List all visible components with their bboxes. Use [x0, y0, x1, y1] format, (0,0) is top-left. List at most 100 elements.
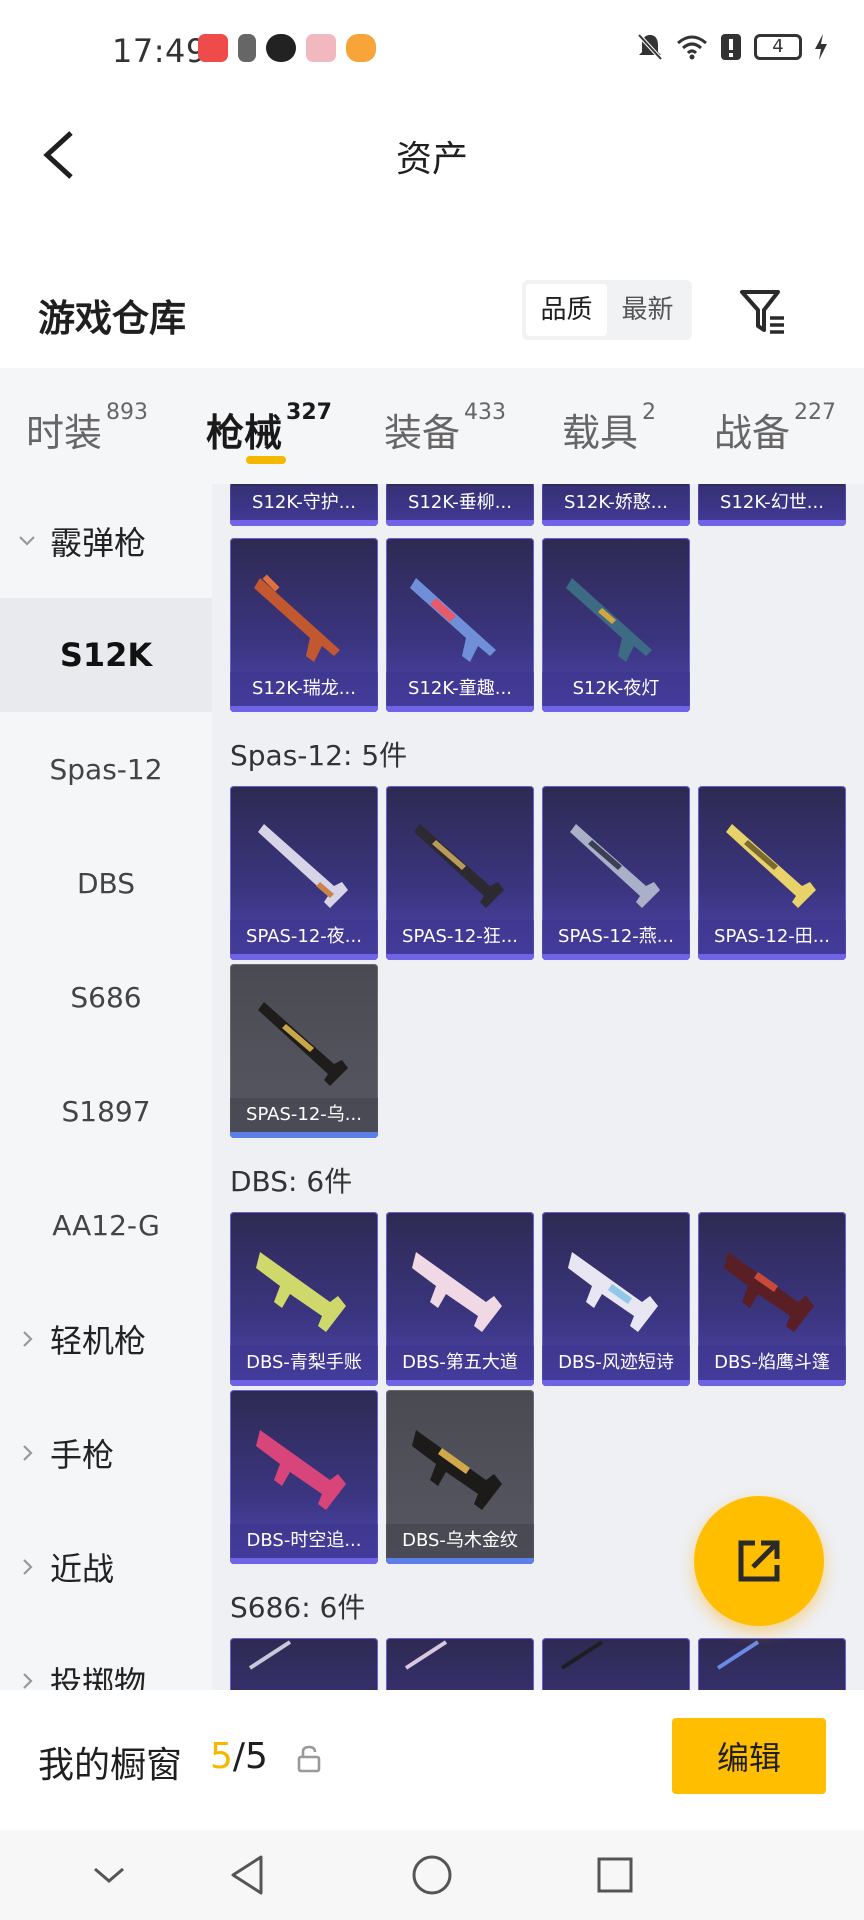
- chevron-right-icon: [23, 1559, 33, 1575]
- weapon-card[interactable]: [386, 1638, 534, 1690]
- triangle-back-icon: [231, 1855, 263, 1895]
- tab-fashion[interactable]: 时装 893: [26, 400, 148, 457]
- weapon-name: SPAS-12-狂...: [386, 920, 534, 954]
- weapon-card[interactable]: DBS-乌木金纹: [386, 1390, 534, 1564]
- qq-icon: [266, 34, 296, 62]
- weapon-name: SPAS-12-燕...: [542, 920, 690, 954]
- weapon-card[interactable]: S12K-夜灯: [542, 538, 690, 712]
- nav-back-button[interactable]: [222, 1850, 272, 1900]
- filter-icon: [740, 290, 784, 334]
- sidebar-item-s12k[interactable]: S12K: [0, 598, 212, 712]
- weapon-card[interactable]: S12K-童趣...: [386, 538, 534, 712]
- tab-supplies[interactable]: 战备 227: [714, 400, 837, 457]
- weapon-card[interactable]: SPAS-12-田...: [698, 786, 846, 960]
- tab-count: 227: [794, 400, 837, 425]
- chevron-right-icon: [23, 1331, 33, 1347]
- sort-quality-button[interactable]: 品质: [526, 284, 607, 336]
- weapon-name: DBS-乌木金纹: [386, 1524, 534, 1558]
- section-title-dbs: DBS: 6件: [230, 1165, 353, 1198]
- shotgun-icon: [570, 824, 660, 908]
- sidebar-item-dbs[interactable]: DBS: [0, 826, 212, 940]
- weapon-name: S12K-瑞龙...: [230, 672, 378, 706]
- weapon-name: DBS-第五大道: [386, 1346, 534, 1380]
- sidebar-group-pistol[interactable]: 手枪: [0, 1396, 212, 1510]
- tab-vehicles[interactable]: 载具 2: [562, 400, 657, 457]
- charging-icon: [815, 34, 827, 60]
- weapon-card[interactable]: S12K-守护...: [230, 484, 378, 526]
- sidebar-item-s686[interactable]: S686: [0, 940, 212, 1054]
- battery-icon: 4: [754, 34, 802, 60]
- weapon-card[interactable]: SPAS-12-燕...: [542, 786, 690, 960]
- rifle-icon: [566, 578, 652, 662]
- alert-icon: [721, 34, 741, 60]
- weapon-card[interactable]: S12K-瑞龙...: [230, 538, 378, 712]
- warehouse-title: 游戏仓库: [38, 297, 186, 340]
- weapon-card[interactable]: SPAS-12-乌...: [230, 964, 378, 1138]
- weapon-card[interactable]: SPAS-12-夜...: [230, 786, 378, 960]
- category-tabs: 时装 893 枪械 327 装备 433 载具 2 战备 227: [0, 368, 864, 484]
- sidebar-group-lmg[interactable]: 轻机枪: [0, 1282, 212, 1396]
- sidebar-item-s1897[interactable]: S1897: [0, 1054, 212, 1168]
- app-notification-icon: [306, 34, 336, 62]
- bullpup-shotgun-icon: [412, 1430, 502, 1510]
- app-notification-icon: [198, 34, 228, 62]
- wifi-icon: [677, 35, 707, 60]
- system-nav-bar: [0, 1830, 864, 1920]
- status-bar: 17:49 4: [0, 0, 864, 100]
- weapon-card[interactable]: S12K-垂柳...: [386, 484, 534, 526]
- weapon-card[interactable]: DBS-风迹短诗: [542, 1212, 690, 1386]
- weapon-card[interactable]: DBS-第五大道: [386, 1212, 534, 1386]
- showcase-label: 我的橱窗: [38, 1745, 183, 1786]
- app-notification-icon: [346, 34, 376, 62]
- sidebar-item-aa12g[interactable]: AA12-G: [0, 1168, 212, 1282]
- tab-active-indicator: [246, 456, 286, 464]
- nav-home-button[interactable]: [407, 1850, 457, 1900]
- tab-firearms[interactable]: 枪械 327: [206, 400, 332, 457]
- weapon-card[interactable]: S12K-幻世...: [698, 484, 846, 526]
- weapon-name: SPAS-12-乌...: [230, 1098, 378, 1132]
- bullpup-shotgun-icon: [568, 1252, 658, 1332]
- filter-button[interactable]: [734, 284, 790, 340]
- tab-equipment[interactable]: 装备 433: [384, 400, 507, 457]
- shotgun-icon: [726, 824, 816, 908]
- rifle-icon: [254, 574, 340, 662]
- battery-small-icon: [238, 34, 256, 62]
- sort-newest-button[interactable]: 最新: [607, 284, 688, 336]
- circle-home-icon: [412, 1855, 452, 1895]
- weapon-card[interactable]: [542, 1638, 690, 1690]
- weapon-type-sidebar: 霰弹枪 S12K Spas-12 DBS S686 S1897 AA12-G 轻…: [0, 484, 212, 1690]
- sidebar-group-melee[interactable]: 近战: [0, 1510, 212, 1624]
- tab-count: 2: [642, 400, 657, 425]
- page-title: 资产: [395, 139, 468, 180]
- weapon-name: S12K-童趣...: [386, 672, 534, 706]
- shotgun-icon: [258, 824, 348, 908]
- bullpup-shotgun-icon: [256, 1430, 346, 1510]
- weapon-card[interactable]: [698, 1638, 846, 1690]
- sort-toggle: 品质 最新: [522, 280, 692, 340]
- sidebar-item-spas12[interactable]: Spas-12: [0, 712, 212, 826]
- chevron-down-icon: [19, 536, 35, 546]
- nav-hide-button[interactable]: [84, 1850, 134, 1900]
- weapon-card[interactable]: DBS-青梨手账: [230, 1212, 378, 1386]
- weapon-name: S12K-娇憨...: [542, 486, 690, 520]
- weapon-card[interactable]: [230, 1638, 378, 1690]
- share-fab-button[interactable]: [694, 1496, 824, 1626]
- square-recents-icon: [597, 1857, 633, 1893]
- weapon-card[interactable]: S12K-娇憨...: [542, 484, 690, 526]
- sidebar-group-throwable[interactable]: 投掷物: [0, 1624, 212, 1690]
- chevron-down-icon: [94, 1867, 124, 1883]
- weapon-card[interactable]: SPAS-12-狂...: [386, 786, 534, 960]
- rifle-icon: [410, 578, 496, 662]
- weapon-card[interactable]: DBS-时空追...: [230, 1390, 378, 1564]
- weapon-name: DBS-青梨手账: [230, 1346, 378, 1380]
- edit-button[interactable]: 编辑: [672, 1718, 826, 1794]
- sidebar-group-shotgun[interactable]: 霰弹枪: [0, 484, 212, 598]
- weapon-name: S12K-垂柳...: [386, 486, 534, 520]
- tab-count: 433: [464, 400, 507, 425]
- nav-recents-button[interactable]: [590, 1850, 640, 1900]
- bullpup-shotgun-icon: [724, 1252, 814, 1332]
- weapon-name: DBS-焰鹰斗篷: [698, 1346, 846, 1380]
- weapon-card[interactable]: DBS-焰鹰斗篷: [698, 1212, 846, 1386]
- top-header: 资产: [0, 100, 864, 210]
- system-icons: 4: [636, 32, 828, 62]
